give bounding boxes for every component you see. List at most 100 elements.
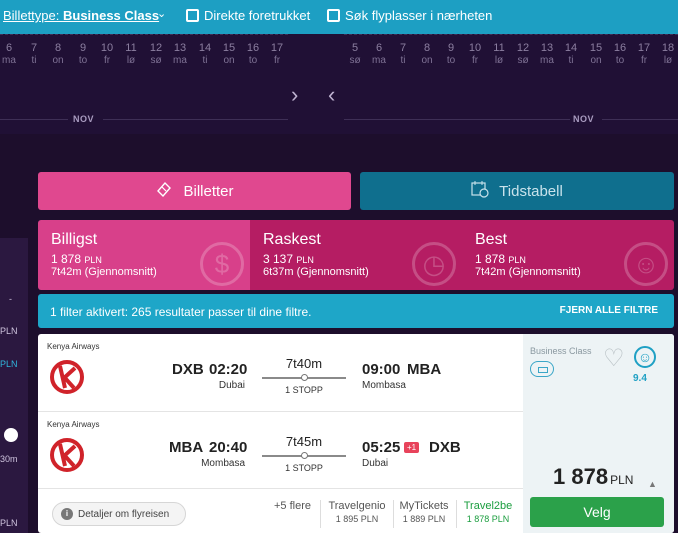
stopwatch-icon: ◷ — [412, 242, 456, 286]
ticket-type-dropdown[interactable]: Billettype: Business Class — [3, 8, 159, 23]
filter-bar: Billettype: Business Class ⌄ Direkte for… — [0, 0, 678, 34]
sort-duration: 7t42m (Gjennomsnitt) — [475, 266, 581, 278]
date-cell[interactable]: 14 ti — [559, 42, 583, 66]
provider-option[interactable]: Travelgenio 1 895 PLN — [325, 500, 389, 524]
month-divider — [103, 119, 288, 120]
date-cell[interactable]: 16 to — [608, 42, 632, 66]
smiley-icon: ☺ — [634, 346, 656, 368]
result-card: Kenya Airways DXB 02:20 Dubai 7t40m 1 ST… — [38, 334, 674, 533]
checkbox-icon[interactable] — [327, 9, 340, 22]
sort-title: Best — [475, 231, 508, 248]
kenya-airways-logo — [50, 438, 84, 472]
return-month-label: NOV — [573, 114, 595, 124]
select-button[interactable]: Velg — [530, 497, 664, 527]
price-panel: Business Class ♡ ☺ 9.4 1 878 PLN ▲ Velg — [523, 334, 674, 533]
date-cell[interactable]: 10 fr — [463, 42, 487, 66]
date-cell[interactable]: 16 to — [241, 42, 265, 66]
clear-filters-link[interactable]: FJERN ALLE FILTRE — [560, 305, 658, 316]
chevron-left-icon[interactable]: ‹ — [328, 82, 335, 108]
date-cell[interactable]: 11 lø — [119, 42, 143, 66]
date-cell[interactable]: 6 ma — [0, 42, 21, 66]
nearby-airports-checkbox[interactable]: Søk flyplasser i nærheten — [327, 8, 492, 23]
destination-city: Mombasa — [362, 380, 406, 391]
month-divider — [602, 119, 678, 120]
smiley-icon: ☺ — [624, 242, 668, 286]
arrival-time: 05:25 — [362, 439, 401, 456]
date-cell[interactable]: 12 sø — [144, 42, 168, 66]
provider-name: Travel2be — [463, 500, 513, 512]
date-cell[interactable]: 6 ma — [367, 42, 391, 66]
nearby-label: Søk flyplasser i nærheten — [345, 8, 493, 23]
info-icon: i — [61, 508, 73, 520]
provider-name: MyTickets — [399, 500, 449, 512]
rating-score: 9.4 — [633, 373, 647, 384]
more-providers-link[interactable]: +5 flere — [274, 500, 311, 512]
origin-city: Mombasa — [201, 458, 245, 469]
return-leg[interactable]: Kenya Airways MBA 20:40 Mombasa 7t45m 1 … — [38, 411, 523, 486]
provider-divider — [320, 500, 321, 528]
date-cell[interactable]: 11 lø — [487, 42, 511, 66]
tab-tickets-label: Billetter — [183, 182, 234, 200]
date-cell[interactable]: 18 lø — [656, 42, 678, 66]
chevron-down-icon[interactable]: ⌄ — [157, 7, 166, 20]
next-day-badge: +1 — [404, 442, 420, 453]
date-cell[interactable]: 13 ma — [535, 42, 559, 66]
filter-notice: 1 filter aktivert: 265 resultater passer… — [38, 294, 674, 328]
slider-handle[interactable] — [4, 428, 18, 442]
date-cell[interactable]: 17 fr — [632, 42, 656, 66]
outbound-month-label: NOV — [73, 114, 95, 124]
provider-option[interactable]: Travel2be 1 878 PLN — [460, 500, 516, 524]
stops-count: 1 STOPP — [285, 463, 323, 473]
sort-duration: 6t37m (Gjennomsnitt) — [263, 266, 369, 278]
outbound-leg[interactable]: Kenya Airways DXB 02:20 Dubai 7t40m 1 ST… — [38, 334, 523, 409]
date-cell[interactable]: 5 sø — [343, 42, 367, 66]
sort-fastest[interactable]: Raskest 3 137 PLN 6t37m (Gjennomsnitt) ◷ — [250, 220, 462, 290]
sort-cheapest[interactable]: Billigst 1 878 PLN 7t42m (Gjennomsnitt) … — [38, 220, 250, 290]
heart-icon[interactable]: ♡ — [603, 344, 625, 373]
ticket-type-prefix: Billettype: — [3, 8, 63, 23]
provider-divider — [456, 500, 457, 528]
sidebar-duration: 30m — [0, 454, 18, 464]
date-cell[interactable]: 14 ti — [193, 42, 217, 66]
filter-message: 1 filter aktivert: 265 resultater passer… — [50, 305, 312, 319]
checkbox-icon[interactable] — [186, 9, 199, 22]
direct-checkbox[interactable]: Direkte foretrukket — [186, 8, 310, 23]
date-cell[interactable]: 8 on — [415, 42, 439, 66]
sidebar-price: PLN — [0, 518, 18, 528]
provider-divider — [393, 500, 394, 528]
departure-time: 02:20 — [209, 361, 248, 378]
provider-price: 1 878 PLN — [466, 514, 510, 524]
date-cell[interactable]: 7 ti — [391, 42, 415, 66]
sort-best[interactable]: Best 1 878 PLN 7t42m (Gjennomsnitt) ☺ — [462, 220, 674, 290]
sort-title: Billigst — [51, 231, 98, 248]
date-cell[interactable]: 9 to — [439, 42, 463, 66]
date-cell[interactable]: 12 sø — [511, 42, 535, 66]
flight-duration: 7t45m — [285, 434, 323, 449]
provider-price: 1 895 PLN — [335, 514, 379, 524]
total-price: 1 878 PLN — [553, 464, 634, 489]
date-cell[interactable]: 10 fr — [95, 42, 119, 66]
flight-details-button[interactable]: i Detaljer om flyreisen — [52, 502, 186, 526]
date-cell[interactable]: 17 fr — [265, 42, 289, 66]
calendar-clock-icon — [471, 180, 489, 202]
origin-code: DXB — [172, 361, 204, 378]
chevron-right-icon[interactable]: › — [291, 82, 298, 108]
seat-icon — [530, 361, 554, 377]
date-cell[interactable]: 13 ma — [168, 42, 192, 66]
flight-duration: 7t40m — [285, 356, 323, 371]
provider-option[interactable]: MyTickets 1 889 PLN — [397, 500, 451, 524]
destination-code: MBA — [407, 361, 442, 378]
date-cell[interactable]: 7 ti — [22, 42, 46, 66]
sort-price: 1 878 PLN — [51, 252, 102, 266]
date-cell[interactable]: 8 on — [46, 42, 70, 66]
tab-tickets[interactable]: Billetter — [38, 172, 351, 210]
airline-name: Kenya Airways — [47, 342, 100, 351]
destination-city: Dubai — [362, 458, 389, 469]
date-cell[interactable]: 15 on — [217, 42, 241, 66]
sort-title: Raskest — [263, 231, 321, 248]
sidebar-price: PLN — [0, 359, 18, 369]
tab-schedule[interactable]: Tidstabell — [360, 172, 674, 210]
date-cell[interactable]: 9 to — [71, 42, 95, 66]
filter-sidebar: - PLN PLN 30m PLN — [0, 238, 28, 533]
date-cell[interactable]: 15 on — [584, 42, 608, 66]
